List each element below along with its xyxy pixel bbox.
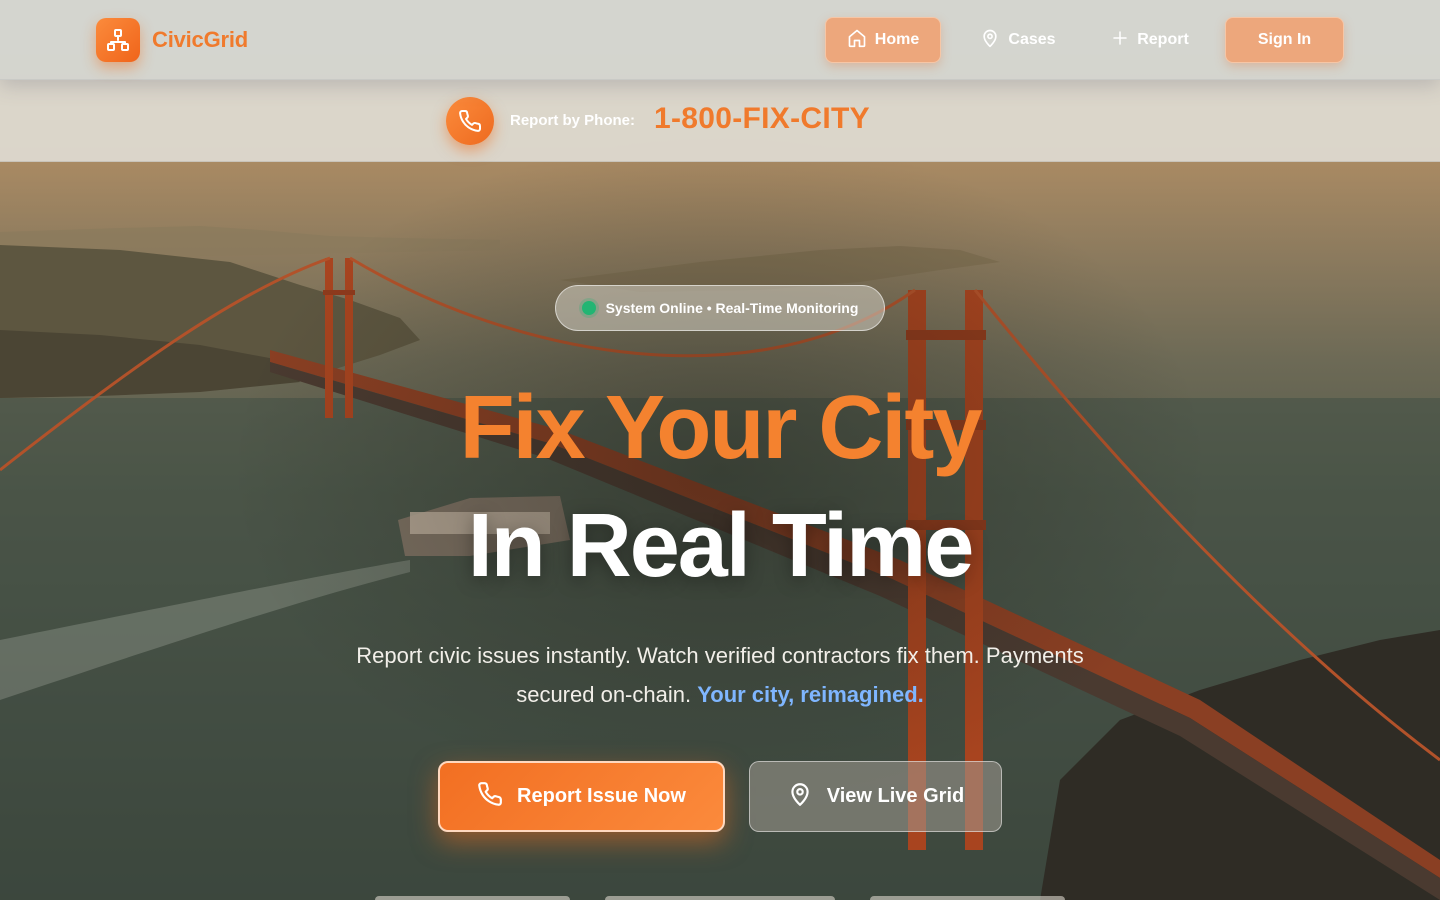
nav-cases-label: Cases (1008, 31, 1056, 48)
map-pin-icon (787, 781, 813, 813)
sign-in-button[interactable]: Sign In (1225, 17, 1344, 63)
nav-cases-link[interactable]: Cases (968, 17, 1068, 63)
hero-subtitle-accent: Your city, reimagined. (697, 682, 924, 707)
hero-headline-line1: Fix Your City (459, 378, 983, 478)
status-text: System Online • Real-Time Monitoring (605, 300, 859, 316)
system-status-badge: System Online • Real-Time Monitoring (555, 285, 885, 331)
view-live-grid-label: View Live Grid (826, 785, 965, 807)
nav-home-label: Home (874, 31, 920, 48)
top-navbar: CivicGrid Home Cases Report Sign In (0, 0, 1440, 80)
report-issue-label: Report Issue Now (517, 785, 686, 807)
hero-headline-line2: In Real Time (467, 496, 975, 596)
network-nodes-icon (96, 18, 140, 62)
home-icon (847, 28, 867, 53)
status-online-dot (581, 301, 596, 315)
phone-icon[interactable] (446, 97, 494, 145)
nav-report-link[interactable]: Report (1100, 17, 1200, 63)
phone-label: Report by Phone: (510, 112, 636, 129)
nav-report-label: Report (1137, 31, 1189, 48)
stat-card-peek (375, 896, 570, 900)
brand[interactable]: CivicGrid (96, 18, 248, 62)
sign-in-label: Sign In (1257, 31, 1312, 48)
phone-icon (477, 781, 503, 813)
plus-icon (1111, 29, 1129, 52)
stat-card-peek (605, 896, 835, 900)
nav-home-link[interactable]: Home (825, 17, 941, 63)
phone-report-banner: Report by Phone: 1-800-FIX-CITY (0, 80, 1440, 162)
phone-number-link[interactable]: 1-800-FIX-CITY (654, 102, 870, 136)
report-issue-button[interactable]: Report Issue Now (438, 761, 725, 832)
view-live-grid-button[interactable]: View Live Grid (749, 761, 1002, 832)
stat-card-peek (870, 896, 1065, 900)
hero-subtitle: Report civic issues instantly. Watch ver… (320, 636, 1120, 714)
map-pin-icon (980, 28, 1000, 53)
brand-name: CivicGrid (152, 27, 249, 52)
